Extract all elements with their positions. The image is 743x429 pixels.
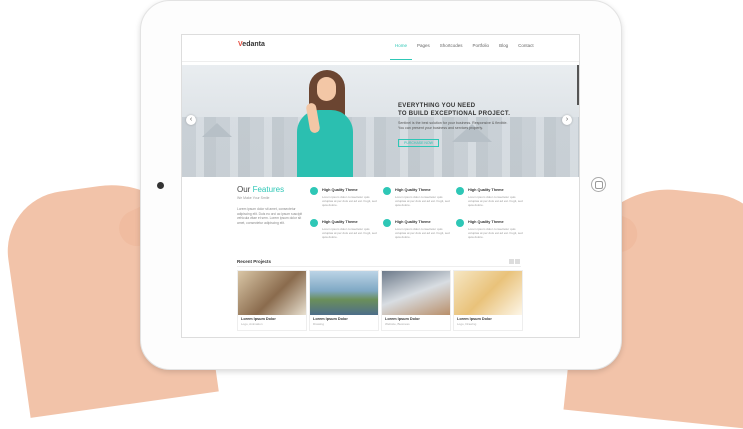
nav-contact[interactable]: Contact — [513, 35, 539, 59]
feature-icon — [383, 187, 391, 195]
model-face — [317, 77, 336, 101]
hero-slider: EVERYTHING YOU NEED TO BUILD EXCEPTIONAL … — [182, 65, 579, 177]
scrollbar[interactable] — [577, 65, 579, 105]
project-card[interactable]: Lorem Ipsum Dolor Website, Business — [381, 270, 451, 331]
projects-prev-icon[interactable] — [509, 259, 514, 264]
divider — [237, 266, 521, 267]
project-image — [454, 271, 522, 315]
features-description: Lorem ipsum dolor sit amet, consectetur … — [237, 207, 303, 225]
feature-icon — [310, 187, 318, 195]
project-card[interactable]: Lorem Ipsum Dolor Drawing — [309, 270, 379, 331]
feature-icon — [310, 219, 318, 227]
nav-home[interactable]: Home — [390, 35, 413, 60]
main-nav: Home Pages Shortcodes Portfolio Blog Con… — [390, 35, 539, 60]
project-card[interactable]: Lorem Ipsum Dolor Logo, Animation — [237, 270, 307, 331]
feature-icon — [383, 219, 391, 227]
slider-prev-icon[interactable]: ‹ — [186, 115, 196, 125]
feature-icon — [456, 219, 464, 227]
slider-next-icon[interactable]: › — [562, 115, 572, 125]
purchase-button[interactable]: PURCHASE NOW — [398, 139, 439, 147]
tablet-camera — [157, 182, 164, 189]
hero-text: Sentinel is the best solution for your b… — [398, 121, 508, 130]
features-subheading: We Make Your Smile — [237, 196, 270, 200]
tablet-home-button[interactable] — [591, 177, 606, 192]
site-logo[interactable]: Vedanta — [238, 41, 265, 48]
features-heading: Our Features — [237, 185, 285, 194]
project-image — [382, 271, 450, 315]
projects-next-icon[interactable] — [515, 259, 520, 264]
city-background — [182, 117, 579, 177]
nav-shortcodes[interactable]: Shortcodes — [435, 35, 468, 59]
nav-pages[interactable]: Pages — [412, 35, 435, 59]
hero-title: EVERYTHING YOU NEED TO BUILD EXCEPTIONAL … — [398, 103, 511, 117]
projects-nav — [509, 259, 520, 264]
project-image — [238, 271, 306, 315]
recent-projects-heading: Recent Projects — [237, 259, 272, 264]
tablet-screen: Vedanta Home Pages Shortcodes Portfolio … — [181, 34, 580, 338]
project-card[interactable]: Lorem Ipsum Dolor Logo, Drawing — [453, 270, 523, 331]
nav-portfolio[interactable]: Portfolio — [468, 35, 495, 59]
site-header: Vedanta Home Pages Shortcodes Portfolio … — [182, 35, 579, 62]
project-image — [310, 271, 378, 315]
model-body — [297, 110, 353, 177]
nav-blog[interactable]: Blog — [494, 35, 513, 59]
feature-icon — [456, 187, 464, 195]
